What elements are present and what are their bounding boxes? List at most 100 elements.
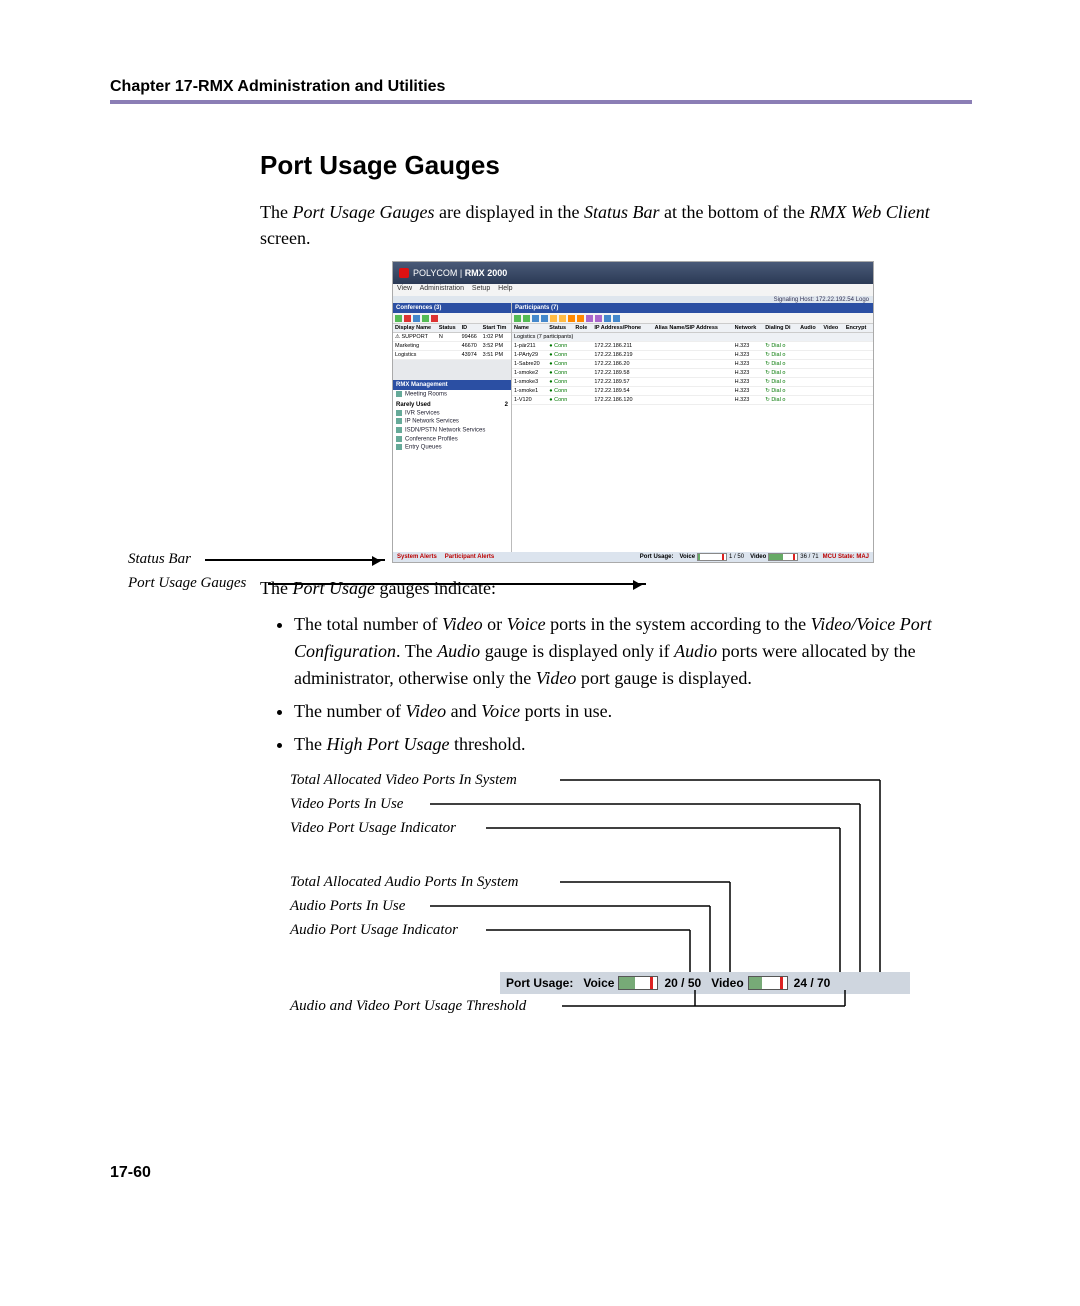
- col-header[interactable]: Video: [821, 324, 843, 333]
- bullet-item: The number of Video and Voice ports in u…: [294, 698, 980, 725]
- label-threshold: Audio and Video Port Usage Threshold: [290, 998, 526, 1015]
- col-header[interactable]: Role: [573, 324, 592, 333]
- table-row[interactable]: Logistics439743:51 PM: [393, 351, 511, 360]
- rarely-used-label: Rarely Used: [396, 402, 431, 408]
- label-video-indicator: Video Port Usage Indicator: [290, 820, 456, 837]
- table-row[interactable]: 1-PArty29● Conn172.22.186.219H.323↻ Dial…: [512, 351, 873, 360]
- callout-status-bar: Status Bar: [128, 551, 191, 568]
- col-display-name[interactable]: Display Name: [393, 324, 437, 333]
- menu-administration[interactable]: Administration: [420, 285, 464, 292]
- mgmt-item[interactable]: ISDN/PSTN Network Services: [393, 426, 511, 435]
- port-usage-bar: Port Usage: Voice 20 / 50 Video 24 / 70: [500, 972, 910, 994]
- voice-label: Voice: [679, 554, 695, 560]
- voice-gauge: Voice 1 / 50: [679, 553, 744, 561]
- mcu-state: MCU State: MAJ: [823, 554, 869, 560]
- video-gauge-diagram: Video 24 / 70: [707, 976, 830, 990]
- table-row[interactable]: ⚠ SUPPORTN994661:02 PM: [393, 333, 511, 342]
- toolbar-icon[interactable]: [613, 315, 620, 322]
- table-row[interactable]: 1-smoke1● Conn172.22.189.54H.323↻ Dial o: [512, 387, 873, 396]
- toolbar-icon[interactable]: [523, 315, 530, 322]
- status-bar: System Alerts Participant Alerts Port Us…: [393, 552, 873, 562]
- arrow-icon: [268, 583, 646, 585]
- participants-group[interactable]: Logistics (7 participants): [512, 333, 873, 342]
- toolbar-icon[interactable]: [422, 315, 429, 322]
- page-number: 17-60: [110, 1164, 151, 1182]
- conferences-toolbar[interactable]: [393, 313, 511, 324]
- voice-value: 20 / 50: [664, 976, 701, 990]
- col-header[interactable]: Alias Name/SIP Address: [653, 324, 733, 333]
- conferences-header: Conferences (3): [393, 303, 511, 313]
- toolbar-icon[interactable]: [514, 315, 521, 322]
- mgmt-item[interactable]: Entry Queues: [393, 443, 511, 452]
- bullet-list: The total number of Video or Voice ports…: [260, 611, 980, 758]
- toolbar-icon[interactable]: [413, 315, 420, 322]
- col-header[interactable]: Network: [733, 324, 764, 333]
- conferences-grid[interactable]: Display Name Status ID Start Tim ⚠ SUPPO…: [393, 324, 511, 360]
- menu-bar[interactable]: View Administration Setup Help: [393, 284, 873, 296]
- toolbar-icon[interactable]: [532, 315, 539, 322]
- voice-label: Voice: [583, 976, 614, 990]
- menu-view[interactable]: View: [397, 285, 412, 292]
- document-page: Chapter 17-RMX Administration and Utilit…: [0, 0, 1080, 1306]
- system-alerts[interactable]: System Alerts: [393, 554, 441, 560]
- table-row[interactable]: 1-Sabre20● Conn172.22.186.20H.323↻ Dial …: [512, 360, 873, 369]
- rarely-used-header: Rarely Used 2: [393, 399, 511, 409]
- header-rule: [110, 100, 972, 104]
- port-usage-bar-label: Port Usage:: [506, 976, 573, 990]
- bullet-item: The High Port Usage threshold.: [294, 731, 980, 758]
- toolbar-icon[interactable]: [577, 315, 584, 322]
- col-id[interactable]: ID: [460, 324, 481, 333]
- toolbar-icon[interactable]: [586, 315, 593, 322]
- participants-toolbar[interactable]: [512, 313, 873, 324]
- col-header[interactable]: Audio: [798, 324, 821, 333]
- label-audio-ports-in-use: Audio Ports In Use: [290, 898, 405, 915]
- voice-value: 1 / 50: [729, 554, 744, 560]
- mgmt-item[interactable]: Meeting Rooms: [393, 390, 511, 399]
- toolbar-icon[interactable]: [541, 315, 548, 322]
- col-header[interactable]: Dialing Di: [763, 324, 798, 333]
- participant-alerts[interactable]: Participant Alerts: [441, 554, 498, 560]
- paragraph-gauges-indicate: The Port Usage gauges indicate:: [260, 575, 980, 601]
- bullet-item: The total number of Video or Voice ports…: [294, 611, 980, 692]
- toolbar-icon[interactable]: [568, 315, 575, 322]
- rmx-screenshot: POLYCOM | RMX 2000 View Administration S…: [392, 261, 874, 563]
- col-status[interactable]: Status: [437, 324, 460, 333]
- arrow-icon: [205, 559, 385, 561]
- toolbar-icon[interactable]: [595, 315, 602, 322]
- table-row[interactable]: 1-smoke2● Conn172.22.189.58H.323↻ Dial o: [512, 369, 873, 378]
- chapter-header: Chapter 17-RMX Administration and Utilit…: [110, 78, 445, 96]
- participants-grid[interactable]: NameStatusRoleIP Address/PhoneAlias Name…: [512, 324, 873, 552]
- toolbar-icon[interactable]: [604, 315, 611, 322]
- menu-help[interactable]: Help: [498, 285, 512, 292]
- mgmt-item[interactable]: IP Network Services: [393, 417, 511, 426]
- toolbar-icon[interactable]: [404, 315, 411, 322]
- intro-paragraph: The Port Usage Gauges are displayed in t…: [260, 199, 980, 251]
- toolbar-icon[interactable]: [395, 315, 402, 322]
- app-title: RMX 2000: [465, 268, 508, 278]
- rmx-management-header: RMX Management: [393, 380, 511, 390]
- col-header[interactable]: Status: [547, 324, 573, 333]
- toolbar-icon[interactable]: [559, 315, 566, 322]
- rarely-used-count: 2: [505, 402, 508, 408]
- col-header[interactable]: IP Address/Phone: [592, 324, 652, 333]
- table-row[interactable]: 1-smoke3● Conn172.22.189.57H.323↻ Dial o: [512, 378, 873, 387]
- table-row[interactable]: 1-pär211● Conn172.22.186.211H.323↻ Dial …: [512, 342, 873, 351]
- mgmt-item[interactable]: IVR Services: [393, 409, 511, 418]
- toolbar-icon[interactable]: [431, 315, 438, 322]
- video-gauge: Video 36 / 71: [750, 553, 819, 561]
- video-label: Video: [750, 554, 766, 560]
- rmx-management-list[interactable]: Meeting Rooms Rarely Used 2 IVR Services…: [393, 390, 511, 552]
- col-header[interactable]: Encrypt: [844, 324, 873, 333]
- video-value: 24 / 70: [794, 976, 831, 990]
- menu-setup[interactable]: Setup: [472, 285, 490, 292]
- toolbar-icon[interactable]: [550, 315, 557, 322]
- table-row[interactable]: Marketing466703:52 PM: [393, 342, 511, 351]
- video-value: 36 / 71: [800, 554, 818, 560]
- table-row[interactable]: 1-V120● Conn172.22.186.120H.323↻ Dial o: [512, 396, 873, 405]
- col-header[interactable]: Name: [512, 324, 547, 333]
- label-audio-indicator: Audio Port Usage Indicator: [290, 922, 458, 939]
- port-usage-label: Port Usage:: [640, 554, 674, 560]
- mgmt-item[interactable]: Conference Profiles: [393, 435, 511, 444]
- col-start-time[interactable]: Start Tim: [481, 324, 511, 333]
- app-title-prefix: POLYCOM: [413, 268, 457, 278]
